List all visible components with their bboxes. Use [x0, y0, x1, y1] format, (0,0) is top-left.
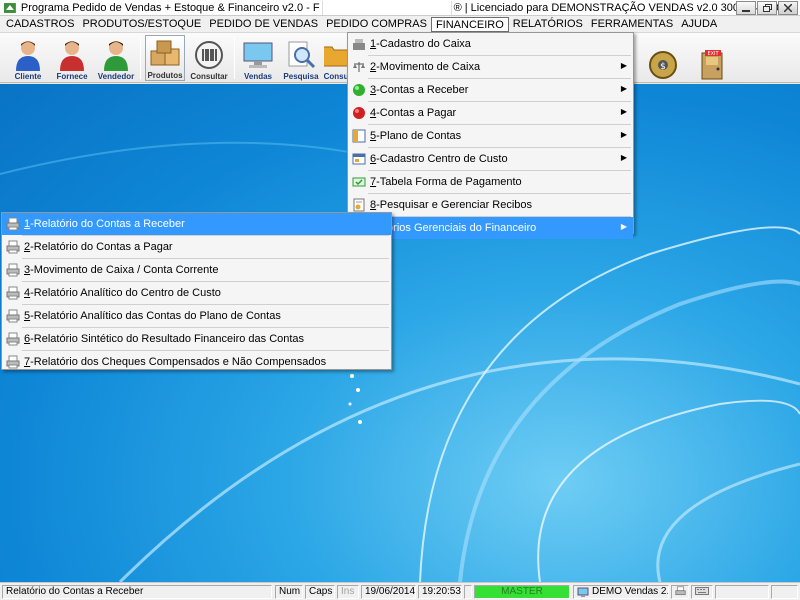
minimize-icon: [742, 10, 750, 12]
pesquisa-button[interactable]: Pesquisa: [281, 35, 321, 81]
window-icon: [352, 153, 366, 164]
folder-icon: [324, 46, 348, 67]
menu-item-plano-contas[interactable]: 5-Plano de Contas ▶: [348, 125, 633, 147]
status-num: Num: [275, 585, 303, 599]
menu-relatorios[interactable]: RELATÓRIOS: [509, 17, 587, 32]
window-controls: [736, 1, 798, 15]
app-icon: [3, 2, 16, 13]
status-time: 19:20:53: [418, 585, 462, 599]
menu-pedido-compras[interactable]: PEDIDO COMPRAS: [322, 17, 431, 32]
computer-icon: [577, 587, 589, 597]
status-printer[interactable]: [671, 585, 689, 599]
printer-icon: [6, 217, 20, 230]
magnifier-icon: [288, 41, 316, 69]
submenu-arrow-icon: ▶: [620, 222, 627, 231]
printer-icon: [6, 240, 20, 253]
menu-item-cadastro-caixa[interactable]: 1-Cadastro do Caixa: [348, 33, 633, 55]
monitor-icon: [243, 42, 273, 68]
submenu-item-relatorio-contas-receber[interactable]: 1-Relatório do Contas a Receber: [2, 213, 391, 235]
status-resize-grip[interactable]: [771, 585, 798, 599]
submenu-item-centro-custo[interactable]: 4-Relatório Analítico do Centro de Custo: [2, 282, 391, 304]
status-empty-panel: [715, 585, 769, 599]
status-master-badge: MASTER: [474, 585, 570, 599]
backup-button[interactable]: $: [644, 35, 682, 81]
red-ball-icon: [353, 106, 365, 119]
status-hint: Relatório do Contas a Receber: [2, 585, 272, 599]
submenu-item-plano-contas[interactable]: 5-Relatório Analítico das Contas do Plan…: [2, 305, 391, 327]
barcode-icon: [195, 41, 223, 69]
receipt-icon: [353, 198, 365, 211]
status-bar: Relatório do Contas a Receber Num Caps I…: [0, 582, 800, 600]
produtos-button[interactable]: Produtos: [145, 35, 185, 81]
menu-item-forma-pagamento[interactable]: 7-Tabela Forma de Pagamento: [348, 171, 633, 193]
consultar-button[interactable]: Consultar: [188, 35, 230, 81]
disk-icon: $: [649, 51, 677, 79]
submenu-arrow-icon: ▶: [620, 61, 627, 70]
svg-text:$: $: [660, 62, 666, 72]
printer-icon: [675, 586, 686, 596]
status-keyboard[interactable]: [691, 585, 713, 599]
maximize-button[interactable]: [757, 1, 777, 15]
restore-icon: [762, 4, 772, 12]
green-ball-icon: [353, 83, 365, 96]
menu-pedido-de-vendas[interactable]: PEDIDO DE VENDAS: [205, 17, 322, 32]
relatorios-gerenciais-submenu: 1-Relatório do Contas a Receber 2-Relató…: [1, 212, 392, 370]
status-company: DEMO Vendas 2.0: [573, 585, 669, 599]
minimize-button[interactable]: [736, 1, 756, 15]
window-title: Programa Pedido de Vendas + Estoque & Fi…: [20, 0, 800, 15]
title-bar: Programa Pedido de Vendas + Estoque & Fi…: [0, 0, 800, 16]
menu-bar: CADASTROS PRODUTOS/ESTOQUE PEDIDO DE VEN…: [0, 16, 800, 33]
person-icon: [16, 41, 40, 71]
vendas-button[interactable]: Vendas: [238, 35, 278, 81]
menu-item-movimento-caixa[interactable]: 2-Movimento de Caixa ▶: [348, 56, 633, 78]
submenu-item-relatorio-contas-pagar[interactable]: 2-Relatório do Contas a Pagar: [2, 236, 391, 258]
exit-button[interactable]: EXIT: [693, 35, 731, 81]
printer-icon: [6, 263, 20, 276]
status-ins: Ins: [337, 585, 359, 599]
financeiro-menu: 1-Cadastro do Caixa 2-Movimento de Caixa…: [347, 32, 634, 239]
person-icon: [104, 41, 128, 71]
cliente-button[interactable]: Cliente: [8, 35, 48, 81]
menu-item-contas-pagar[interactable]: 4-Contas a Pagar ▶: [348, 102, 633, 124]
status-spacer: [464, 585, 472, 599]
payment-icon: [352, 177, 366, 186]
boxes-icon: [150, 40, 180, 66]
keyboard-icon: [695, 587, 709, 595]
status-caps: Caps: [305, 585, 335, 599]
menu-item-centro-custo[interactable]: 6-Cadastro Centro de Custo ▶: [348, 148, 633, 170]
submenu-arrow-icon: ▶: [620, 153, 627, 162]
submenu-item-resultado-financeiro[interactable]: 6-Relatório Sintético do Resultado Finan…: [2, 328, 391, 350]
scale-icon: [353, 61, 365, 72]
vendedor-button[interactable]: Vendedor: [96, 35, 136, 81]
menu-produtos-estoque[interactable]: PRODUTOS/ESTOQUE: [78, 17, 205, 32]
status-date: 19/06/2014: [361, 585, 416, 599]
printer-icon: [6, 332, 20, 345]
menu-cadastros[interactable]: CADASTROS: [2, 17, 78, 32]
svg-text:EXIT: EXIT: [707, 51, 719, 57]
exit-door-icon: EXIT: [701, 50, 723, 80]
submenu-arrow-icon: ▶: [620, 130, 627, 139]
menu-ajuda[interactable]: AJUDA: [677, 17, 721, 32]
fornece-button[interactable]: Fornece: [52, 35, 92, 81]
submenu-item-cheques[interactable]: 7-Relatório dos Cheques Compensados e Nã…: [2, 351, 391, 373]
cash-register-icon: [353, 38, 365, 50]
menu-financeiro[interactable]: FINANCEIRO: [430, 16, 509, 32]
printer-icon: [6, 286, 20, 299]
submenu-arrow-icon: ▶: [620, 84, 627, 93]
printer-icon: [6, 309, 20, 322]
printer-icon: [6, 355, 20, 368]
ledger-icon: [352, 129, 366, 142]
close-button[interactable]: [778, 1, 798, 15]
menu-item-contas-receber[interactable]: 3-Contas a Receber ▶: [348, 79, 633, 101]
consulta-button[interactable]: Consu: [324, 35, 348, 81]
submenu-arrow-icon: ▶: [620, 107, 627, 116]
person-icon: [60, 41, 84, 71]
close-icon: [784, 4, 792, 12]
menu-ferramentas[interactable]: FERRAMENTAS: [587, 17, 677, 32]
submenu-item-movimento-caixa[interactable]: 3-Movimento de Caixa / Conta Corrente: [2, 259, 391, 281]
